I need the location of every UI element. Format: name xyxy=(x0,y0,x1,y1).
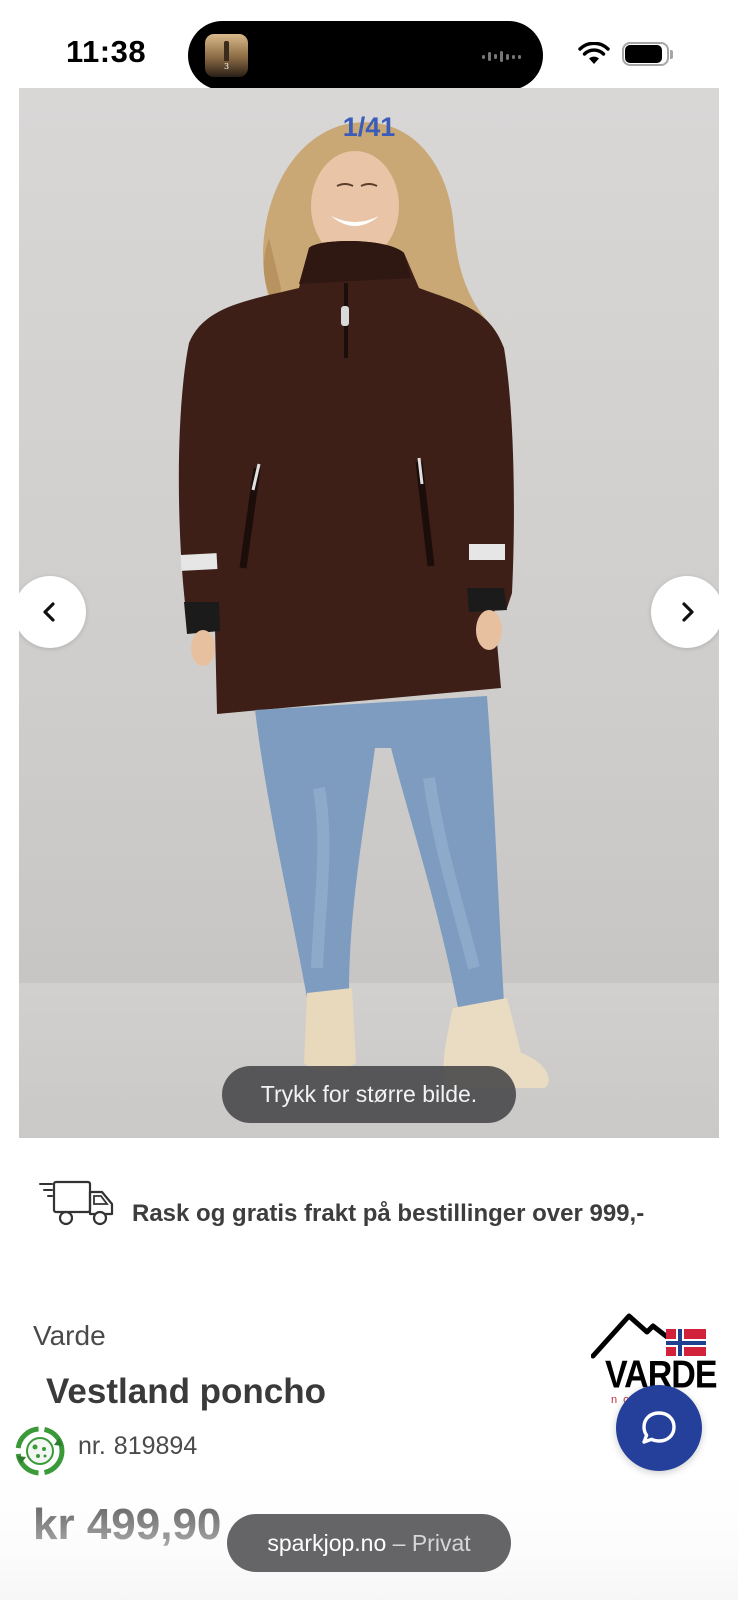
battery-level xyxy=(625,45,662,63)
product-brand[interactable]: Varde xyxy=(33,1320,106,1352)
status-bar: 11:38 3 xyxy=(0,0,738,90)
wifi-icon xyxy=(578,42,610,64)
shipping-info: Rask og gratis frakt på bestillinger ove… xyxy=(38,1180,718,1240)
artwork-label: 3 xyxy=(223,62,230,71)
article-number-label: nr. xyxy=(78,1432,106,1460)
browser-domain: sparkjop.no xyxy=(267,1530,387,1556)
next-image-button[interactable] xyxy=(651,576,719,648)
article-number: nr. 819894 xyxy=(78,1432,197,1461)
chat-bubble-icon xyxy=(642,1411,676,1444)
now-playing-artwork: 3 xyxy=(205,34,248,77)
delivery-truck-icon xyxy=(39,1180,114,1226)
product-title: Vestland poncho xyxy=(46,1372,327,1411)
browser-separator: – xyxy=(392,1530,406,1556)
image-counter: 1/41 xyxy=(342,112,396,142)
chevron-right-icon xyxy=(682,602,694,622)
recycle-icon[interactable] xyxy=(13,1424,67,1478)
product-price: kr 499,90 xyxy=(33,1500,222,1549)
browser-mode: Privat xyxy=(411,1530,471,1556)
product-photo[interactable] xyxy=(19,88,719,1138)
product-image-gallery[interactable]: 1/41 Trykk for større bilde. xyxy=(19,88,719,1138)
shipping-text: Rask og gratis frakt på bestillinger ove… xyxy=(132,1200,645,1227)
article-number-value: 819894 xyxy=(113,1432,198,1460)
status-time: 11:38 xyxy=(66,34,147,69)
chevron-left-icon xyxy=(43,602,55,622)
browser-address-pill[interactable]: sparkjop.no – Privat xyxy=(227,1514,511,1572)
zoom-hint[interactable]: Trykk for større bilde. xyxy=(222,1066,516,1123)
audio-waveform-icon xyxy=(482,51,521,62)
dynamic-island[interactable]: 3 xyxy=(188,21,543,90)
norway-flag-icon xyxy=(666,1329,706,1356)
chat-button[interactable] xyxy=(616,1385,702,1471)
